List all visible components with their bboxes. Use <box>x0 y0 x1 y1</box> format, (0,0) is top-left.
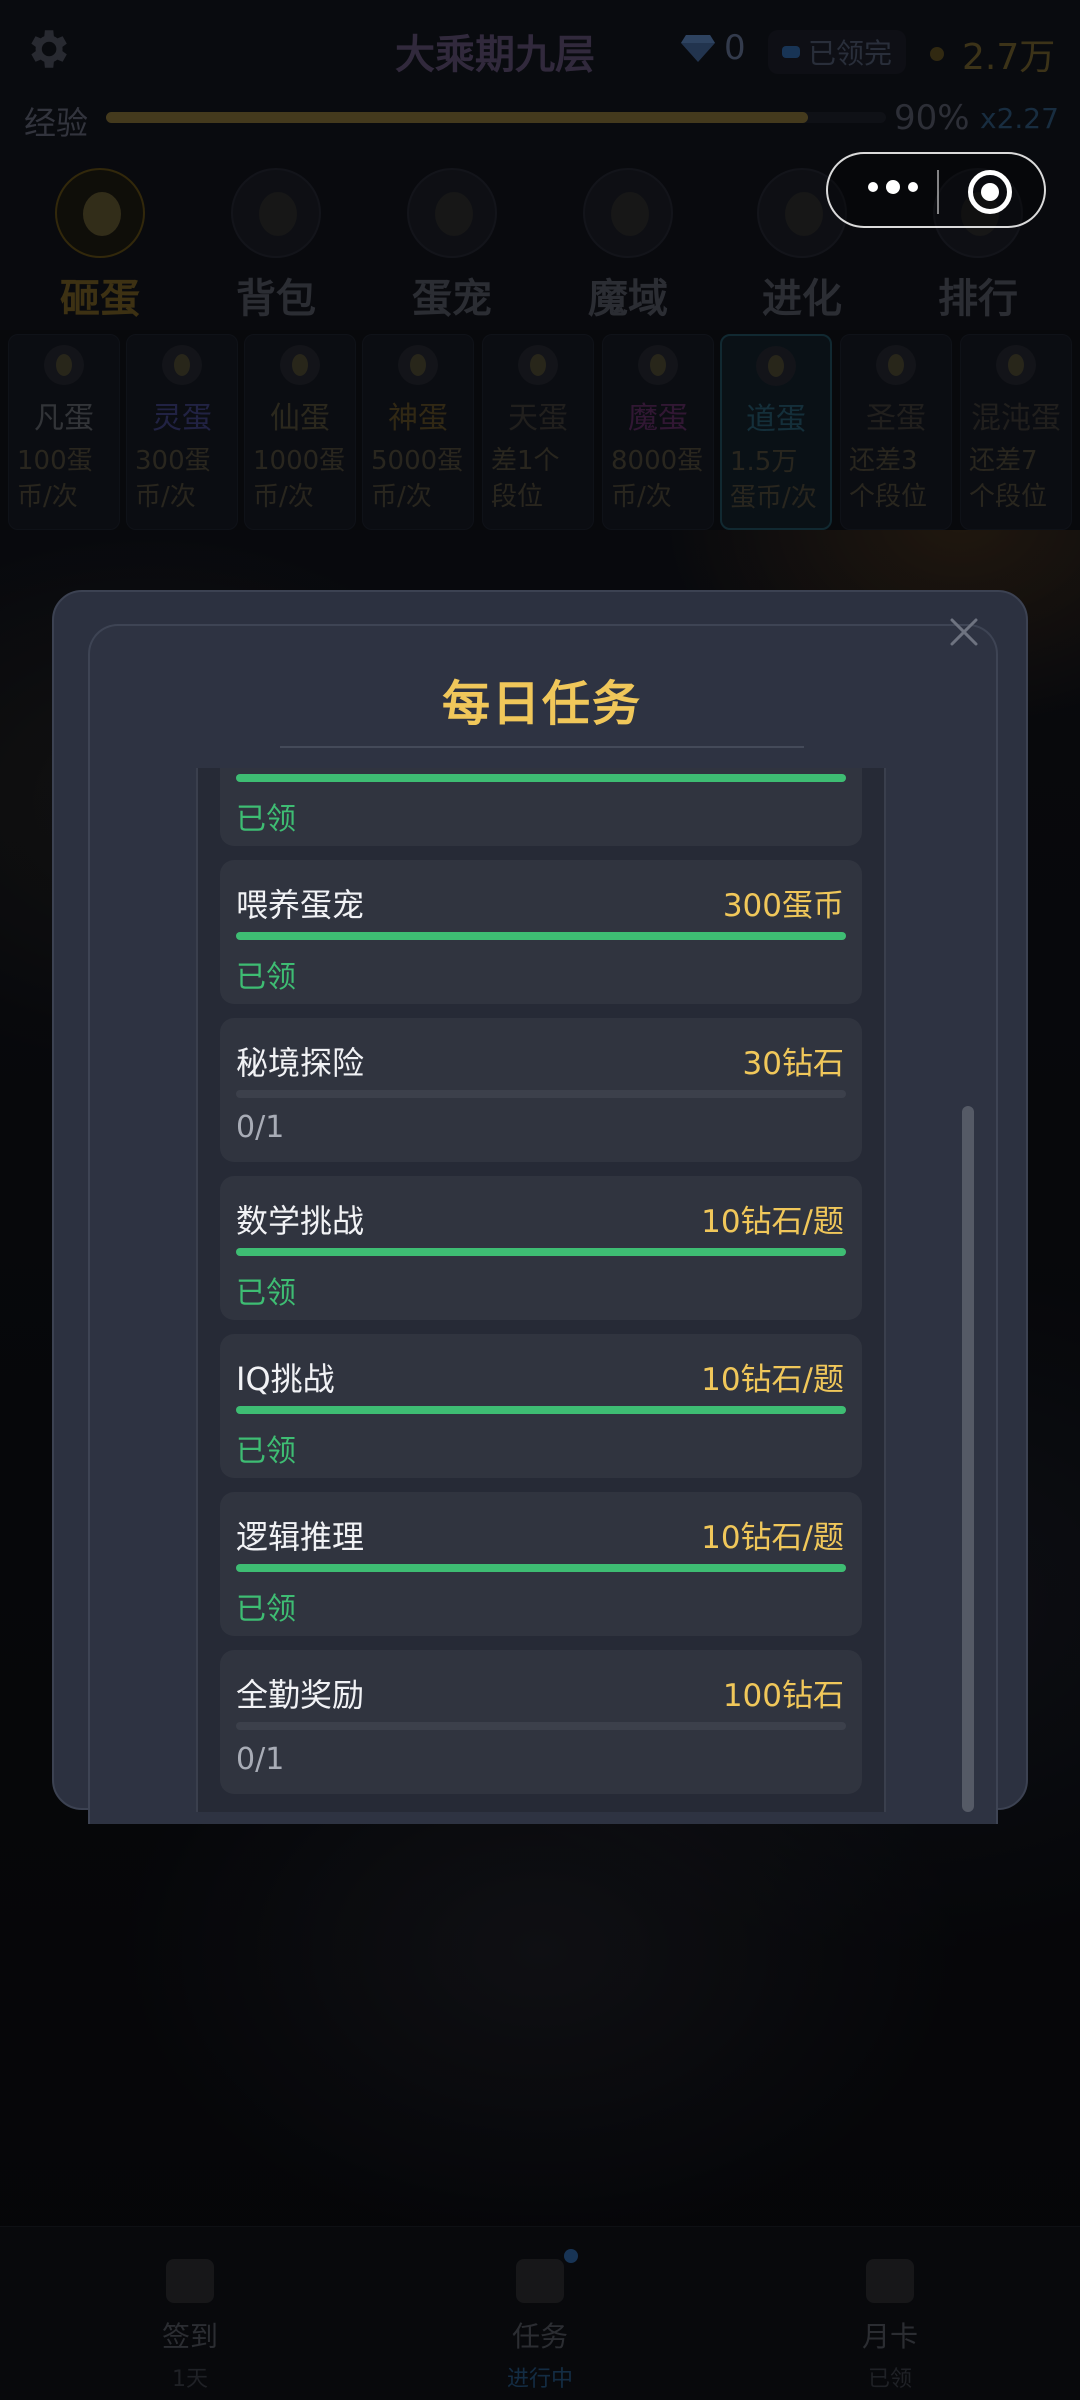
task-progress-bar <box>236 1248 846 1256</box>
task-item: 逻辑推理 10钻石/题 已领 <box>220 1492 862 1636</box>
task-reward: 100钻石 <box>722 1678 844 1714</box>
task-progress-bar <box>236 932 846 940</box>
task-name: 全勤奖励 <box>236 1676 365 1714</box>
task-list-scrollbar[interactable] <box>962 1106 974 1812</box>
modal-title: 每日任务 <box>441 676 642 732</box>
task-name: 喂养蛋宠 <box>236 886 365 924</box>
capsule-divider <box>937 170 939 214</box>
task-progress-fill <box>236 1406 846 1414</box>
task-status[interactable]: 已领 <box>236 1426 296 1470</box>
task-status[interactable]: 已领 <box>236 794 296 838</box>
task-name: 秘境探险 <box>236 1044 365 1082</box>
task-status[interactable]: 已领 <box>236 1268 296 1312</box>
task-list[interactable]: 已领 喂养蛋宠 300蛋币 已领 秘境探险 30钻石 0/1 数学挑战 10钻石… <box>196 768 886 1812</box>
task-item: 秘境探险 30钻石 0/1 <box>220 1018 862 1162</box>
task-reward: 10钻石/题 <box>701 1204 844 1240</box>
task-progress-fill <box>236 1248 846 1256</box>
task-name: 数学挑战 <box>236 1202 365 1240</box>
title-divider <box>280 746 804 748</box>
task-progress-fill <box>236 774 846 782</box>
task-item: 数学挑战 10钻石/题 已领 <box>220 1176 862 1320</box>
task-reward: 10钻石/题 <box>701 1362 844 1398</box>
miniapp-capsule <box>826 152 1046 228</box>
close-miniapp-icon[interactable] <box>968 170 1012 214</box>
task-item: 喂养蛋宠 300蛋币 已领 <box>220 860 862 1004</box>
close-icon[interactable] <box>942 610 986 654</box>
daily-task-modal: 每日任务 已领 喂养蛋宠 300蛋币 已领 秘境探险 30钻石 0/1 数学挑战… <box>52 590 1028 1824</box>
task-progress-bar <box>236 1722 846 1730</box>
task-item: IQ挑战 10钻石/题 已领 <box>220 1334 862 1478</box>
task-status[interactable]: 已领 <box>236 952 296 996</box>
task-reward: 30钻石 <box>742 1046 844 1082</box>
task-name: 逻辑推理 <box>236 1518 365 1556</box>
task-progress-fill <box>236 1564 846 1572</box>
task-status[interactable]: 已领 <box>236 1584 296 1628</box>
task-progress-bar <box>236 1564 846 1572</box>
task-reward: 300蛋币 <box>722 888 844 924</box>
task-progress-bar <box>236 1090 846 1098</box>
task-progress-fill <box>236 932 846 940</box>
task-progress-bar <box>236 1406 846 1414</box>
more-icon[interactable] <box>868 180 918 194</box>
task-item: 已领 <box>220 768 862 846</box>
task-progress-bar <box>236 774 846 782</box>
task-item: 全勤奖励 100钻石 0/1 <box>220 1650 862 1794</box>
task-reward: 10钻石/题 <box>701 1520 844 1556</box>
task-status[interactable]: 0/1 <box>236 1110 284 1145</box>
task-name: IQ挑战 <box>236 1360 335 1398</box>
task-status[interactable]: 0/1 <box>236 1742 284 1777</box>
